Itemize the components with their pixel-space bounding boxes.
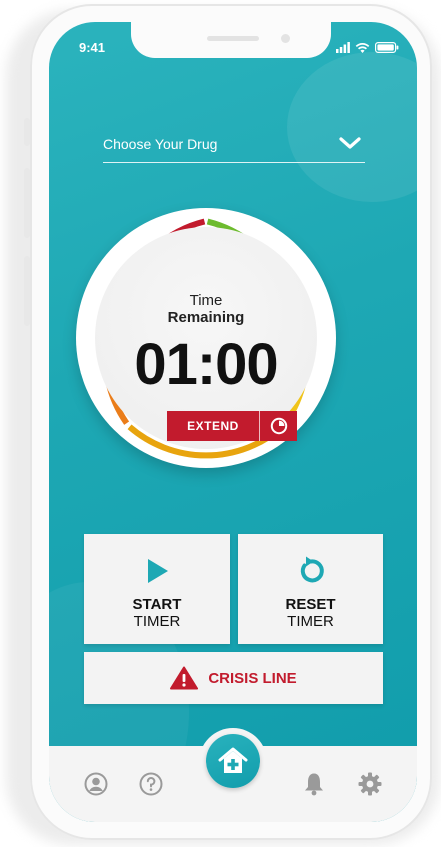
camera	[281, 34, 290, 43]
drug-select[interactable]: Choose Your Drug	[103, 128, 365, 163]
time-remaining-value: 01:00	[134, 332, 278, 397]
background-shape	[287, 52, 417, 202]
speaker	[207, 36, 259, 41]
home-button[interactable]	[206, 734, 260, 788]
start-label: START	[132, 596, 182, 613]
extend-label: EXTEND	[187, 419, 239, 433]
status-time: 9:41	[79, 40, 106, 55]
timer-dial: Time Remaining 01:00 EXTEND	[76, 208, 336, 468]
reset-sublabel: TIMER	[287, 613, 334, 630]
status-icons	[336, 40, 399, 54]
chevron-down-icon	[339, 137, 361, 149]
time-label: Time	[189, 292, 223, 309]
drug-select-label: Choose Your Drug	[103, 136, 218, 152]
app-screen: 9:41 Choose Your Drug Time Remaining 01:…	[49, 22, 417, 822]
side-button	[24, 256, 30, 326]
notch	[131, 22, 331, 58]
reset-label: RESET	[285, 596, 336, 613]
gear-icon[interactable]	[358, 772, 382, 796]
battery-icon	[375, 41, 399, 53]
reset-icon	[238, 556, 383, 586]
help-icon[interactable]	[139, 772, 163, 796]
warning-icon	[170, 666, 199, 690]
timer-icon	[260, 417, 297, 435]
side-button	[24, 168, 30, 238]
home-icon	[218, 747, 248, 773]
bell-icon[interactable]	[303, 772, 325, 796]
crisis-line-button[interactable]: CRISIS LINE	[84, 652, 383, 704]
page: 9:41 Choose Your Drug Time Remaining 01:…	[0, 0, 441, 847]
wifi-icon	[355, 42, 370, 53]
profile-icon[interactable]	[84, 772, 108, 796]
signal-icon	[336, 41, 350, 53]
remaining-label: Remaining	[167, 309, 245, 326]
side-button	[24, 118, 30, 146]
start-sublabel: TIMER	[133, 613, 181, 630]
crisis-line-label: CRISIS LINE	[208, 669, 297, 687]
reset-timer-button[interactable]: RESET TIMER	[238, 534, 383, 644]
play-icon	[84, 558, 230, 584]
start-timer-button[interactable]: START TIMER	[84, 534, 230, 644]
extend-button[interactable]: EXTEND	[167, 411, 297, 441]
